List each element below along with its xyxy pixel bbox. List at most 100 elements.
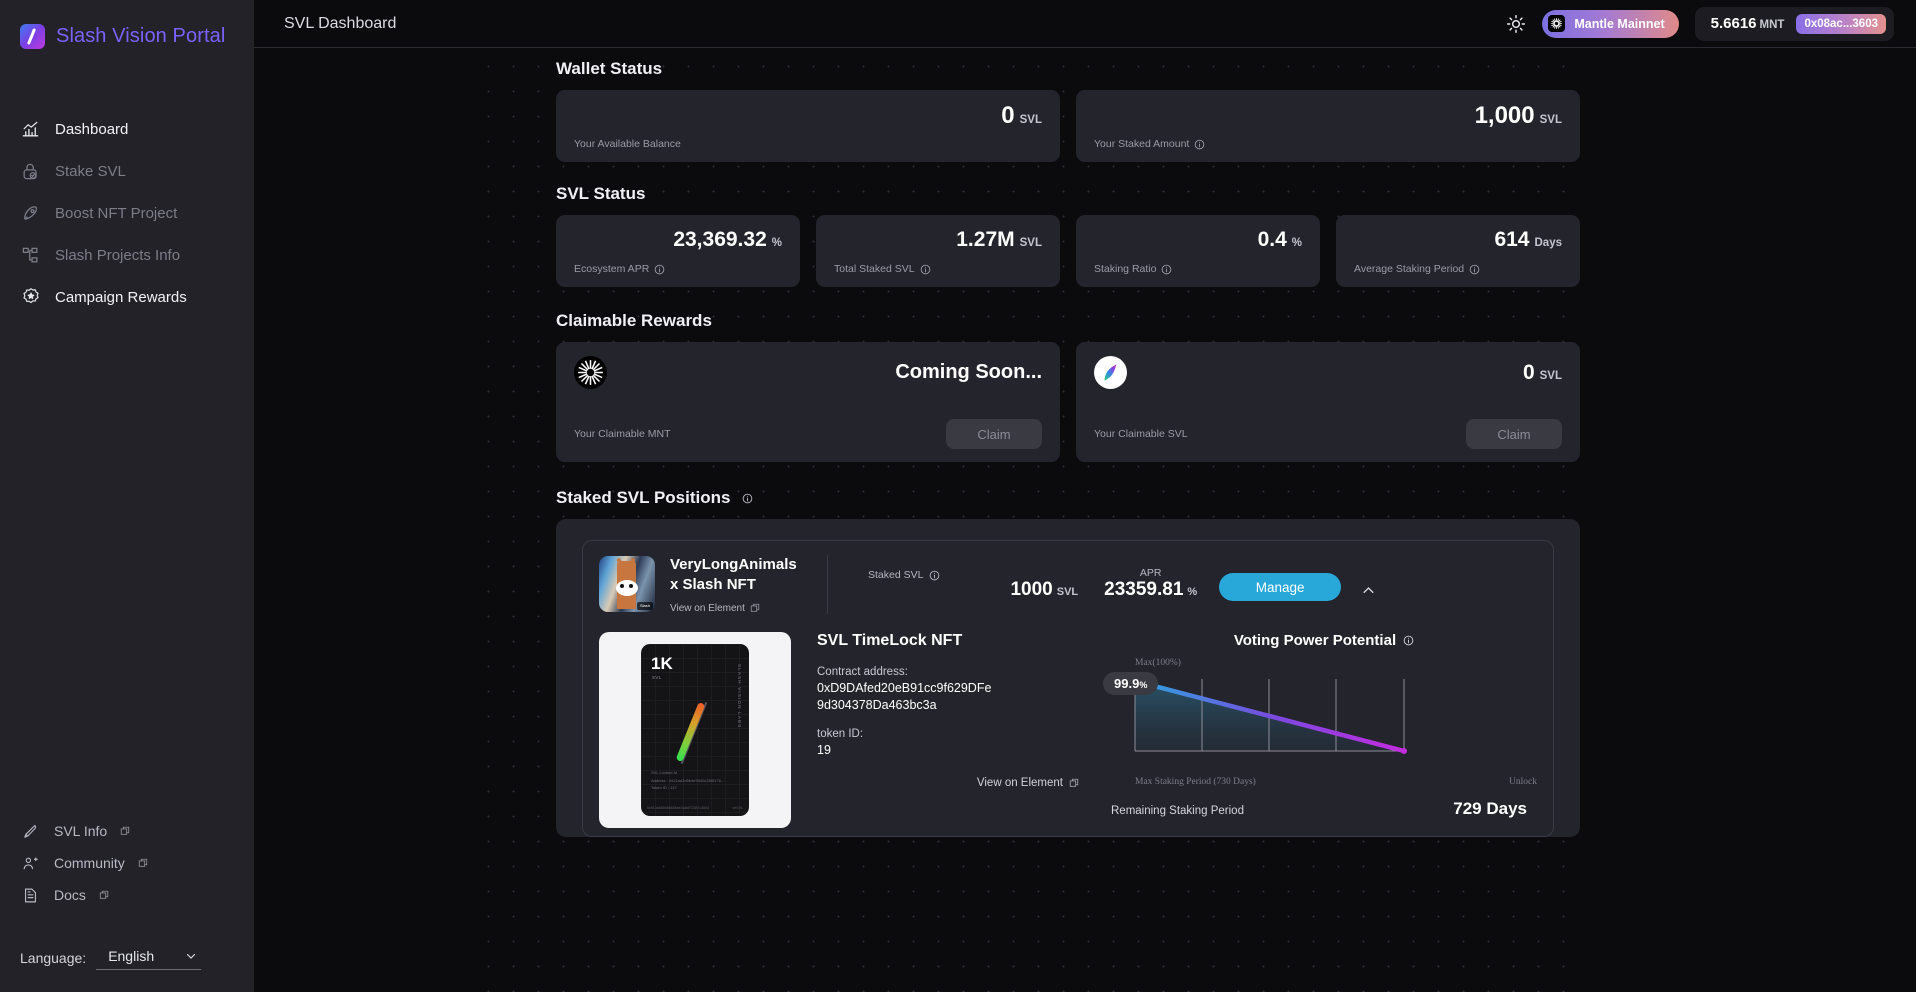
footer-link-label: SVL Info <box>54 823 108 839</box>
claim-value: 0 SVL <box>1522 360 1562 384</box>
sidebar: Slash Vision Portal Dashboard Stake SVL … <box>0 0 254 992</box>
card-label: Average Staking Period <box>1354 263 1562 275</box>
sidebar-item-dashboard[interactable]: Dashboard <box>0 108 254 150</box>
claimable-rewards-row: Coming Soon... Your Claimable MNT Claim <box>254 342 1916 462</box>
main-area: SVL Dashboard Mantle Mainnet 5.6616MNT <box>254 0 1916 992</box>
token-id-value: 19 <box>817 742 831 757</box>
remaining-staking-row: Remaining Staking Period 729 Days <box>1111 799 1537 819</box>
chart-x-labels: Max Staking Period (730 Days) Unlock <box>1135 776 1537 787</box>
chart-title: Voting Power Potential <box>1111 632 1537 649</box>
chevron-up-icon[interactable] <box>1357 579 1379 601</box>
chart-plot-area: Max(100%) 99.9% Max Staking Period (730 … <box>1103 657 1537 787</box>
wallet-balance: 5.6616 MNT <box>1710 15 1785 32</box>
page-title: SVL Dashboard <box>284 14 397 32</box>
footer-link-svl-info[interactable]: SVL Info <box>0 815 254 847</box>
info-icon[interactable] <box>1194 139 1205 150</box>
card-value: 0 SVL <box>1001 102 1042 129</box>
nft-name: VeryLongAnimals x Slash NFT <box>670 556 797 593</box>
sidebar-footer: SVL Info Community Docs Language: Englis… <box>0 815 254 992</box>
claim-bottom: Your Claimable MNT Claim <box>574 419 1042 449</box>
svl-coin-icon <box>1094 356 1127 389</box>
dashboard-content: Wallet Status 0 SVL Your Available Balanc… <box>254 48 1916 992</box>
positions-wrap: Slash VeryLongAnimals x Slash NFT View o… <box>254 519 1916 837</box>
info-icon[interactable] <box>1403 635 1414 646</box>
pen-icon <box>20 821 41 842</box>
chart-current-value: 99.9% <box>1103 671 1159 695</box>
manage-button[interactable]: Manage <box>1219 573 1342 602</box>
info-icon[interactable] <box>929 570 940 581</box>
brand-name: Slash Vision Portal <box>56 24 226 47</box>
timelock-info: SVL TimeLock NFT Contract address: 0xD9D… <box>817 632 1079 828</box>
sidebar-item-label: Campaign Rewards <box>55 288 187 306</box>
wallet-address-button[interactable]: 0x08ac...3603 <box>1796 13 1886 34</box>
info-icon[interactable] <box>1161 264 1172 275</box>
card-label: Your Staked Amount <box>1094 138 1562 150</box>
sitemap-icon <box>20 245 41 266</box>
external-link-icon <box>121 826 130 835</box>
voting-power-chart: Voting Power Potential Max(100%) 99.9% M… <box>1103 632 1537 828</box>
token-id-label: token ID: <box>817 727 864 740</box>
info-icon[interactable] <box>654 264 665 275</box>
card-claimable-svl: 0 SVL Your Claimable SVL Claim <box>1076 342 1580 462</box>
rocket-icon <box>20 203 41 224</box>
positions-panel: Slash VeryLongAnimals x Slash NFT View o… <box>556 519 1580 837</box>
mnt-coin-icon <box>574 356 607 389</box>
sidebar-item-label: Boost NFT Project <box>55 204 178 222</box>
apr-value: 23359.81% <box>1104 579 1198 601</box>
document-icon <box>20 885 41 906</box>
view-on-element-link[interactable]: View on Element <box>670 603 805 614</box>
remaining-value: 729 Days <box>1453 798 1527 818</box>
brand[interactable]: Slash Vision Portal <box>0 0 254 56</box>
card-claimable-mnt: Coming Soon... Your Claimable MNT Claim <box>556 342 1060 462</box>
app-root: Slash Vision Portal Dashboard Stake SVL … <box>0 0 1916 992</box>
card-value: 1,000 SVL <box>1474 102 1562 129</box>
lock-check-icon <box>20 161 41 182</box>
card-available-balance: 0 SVL Your Available Balance <box>556 90 1060 162</box>
nft-footer-meta: 0x913a665e8b68bbe3a8d7C587c3603 veSVL <box>647 805 743 810</box>
sidebar-item-boost-nft-project[interactable]: Boost NFT Project <box>0 192 254 234</box>
users-icon <box>20 853 41 874</box>
sidebar-item-label: Slash Projects Info <box>55 246 181 264</box>
topbar: SVL Dashboard Mantle Mainnet 5.6616MNT <box>254 0 1916 48</box>
sidebar-item-stake-svl[interactable]: Stake SVL <box>0 150 254 192</box>
chart-icon <box>20 119 41 140</box>
apr-block: APR 23359.81% <box>1104 567 1197 601</box>
info-icon[interactable] <box>742 493 753 504</box>
svl-status-row: 23,369.32% Ecosystem APR 1.27M SVL Total … <box>254 215 1916 287</box>
section-title-staked-positions: Staked SVL Positions <box>254 488 1916 508</box>
card-label: Ecosystem APR <box>574 263 782 275</box>
position-card: Slash VeryLongAnimals x Slash NFT View o… <box>582 540 1554 837</box>
sidebar-item-label: Stake SVL <box>55 162 126 180</box>
card-label: Total Staked SVL <box>834 263 1042 275</box>
network-badge[interactable]: Mantle Mainnet <box>1542 9 1679 38</box>
footer-link-community[interactable]: Community <box>0 847 254 879</box>
sun-icon[interactable] <box>1506 14 1526 34</box>
chart-ymax-label: Max(100%) <box>1135 657 1181 668</box>
claim-label: Your Claimable MNT <box>574 428 671 440</box>
language-row: Language: English <box>0 945 254 970</box>
claim-mnt-button[interactable]: Claim <box>946 419 1042 449</box>
nft-name-block: VeryLongAnimals x Slash NFT View on Elem… <box>670 555 805 614</box>
contract-address-value: 0xD9DAfed20eB91cc9f629DFe9d304378Da463bc… <box>817 680 992 712</box>
info-icon[interactable] <box>920 264 931 275</box>
nft-footer-text: SVL Locked At Address : 0x21ad3d5b4e9940… <box>651 770 725 791</box>
external-link-icon <box>99 890 109 899</box>
position-metrics: Staked SVL 1000 SVL APR 23359.81% Manage <box>868 567 1537 602</box>
contract-address-label: Contract address: <box>817 665 908 678</box>
claim-top: Coming Soon... <box>574 356 1042 389</box>
info-icon[interactable] <box>1469 264 1480 275</box>
nft-large-image: 1K SVL SLASH VISION LABS SVL Locked At A… <box>599 631 791 828</box>
language-label: Language: <box>20 949 87 966</box>
external-link-icon <box>1069 778 1079 787</box>
claim-label: Your Claimable SVL <box>1094 428 1188 440</box>
language-select[interactable]: English <box>96 945 202 970</box>
footer-link-docs[interactable]: Docs <box>0 879 254 911</box>
sidebar-item-campaign-rewards[interactable]: Campaign Rewards <box>0 276 254 318</box>
section-title-claimable-rewards: Claimable Rewards <box>556 311 712 330</box>
card-value: 23,369.32% <box>673 228 782 251</box>
sidebar-item-slash-projects-info[interactable]: Slash Projects Info <box>0 234 254 276</box>
claim-svl-button[interactable]: Claim <box>1466 419 1562 449</box>
wallet-info: 5.6616 MNT 0x08ac...3603 <box>1694 6 1894 41</box>
view-on-element-link-detail[interactable]: View on Element <box>817 777 1079 789</box>
card-value: 0.4% <box>1257 228 1302 251</box>
